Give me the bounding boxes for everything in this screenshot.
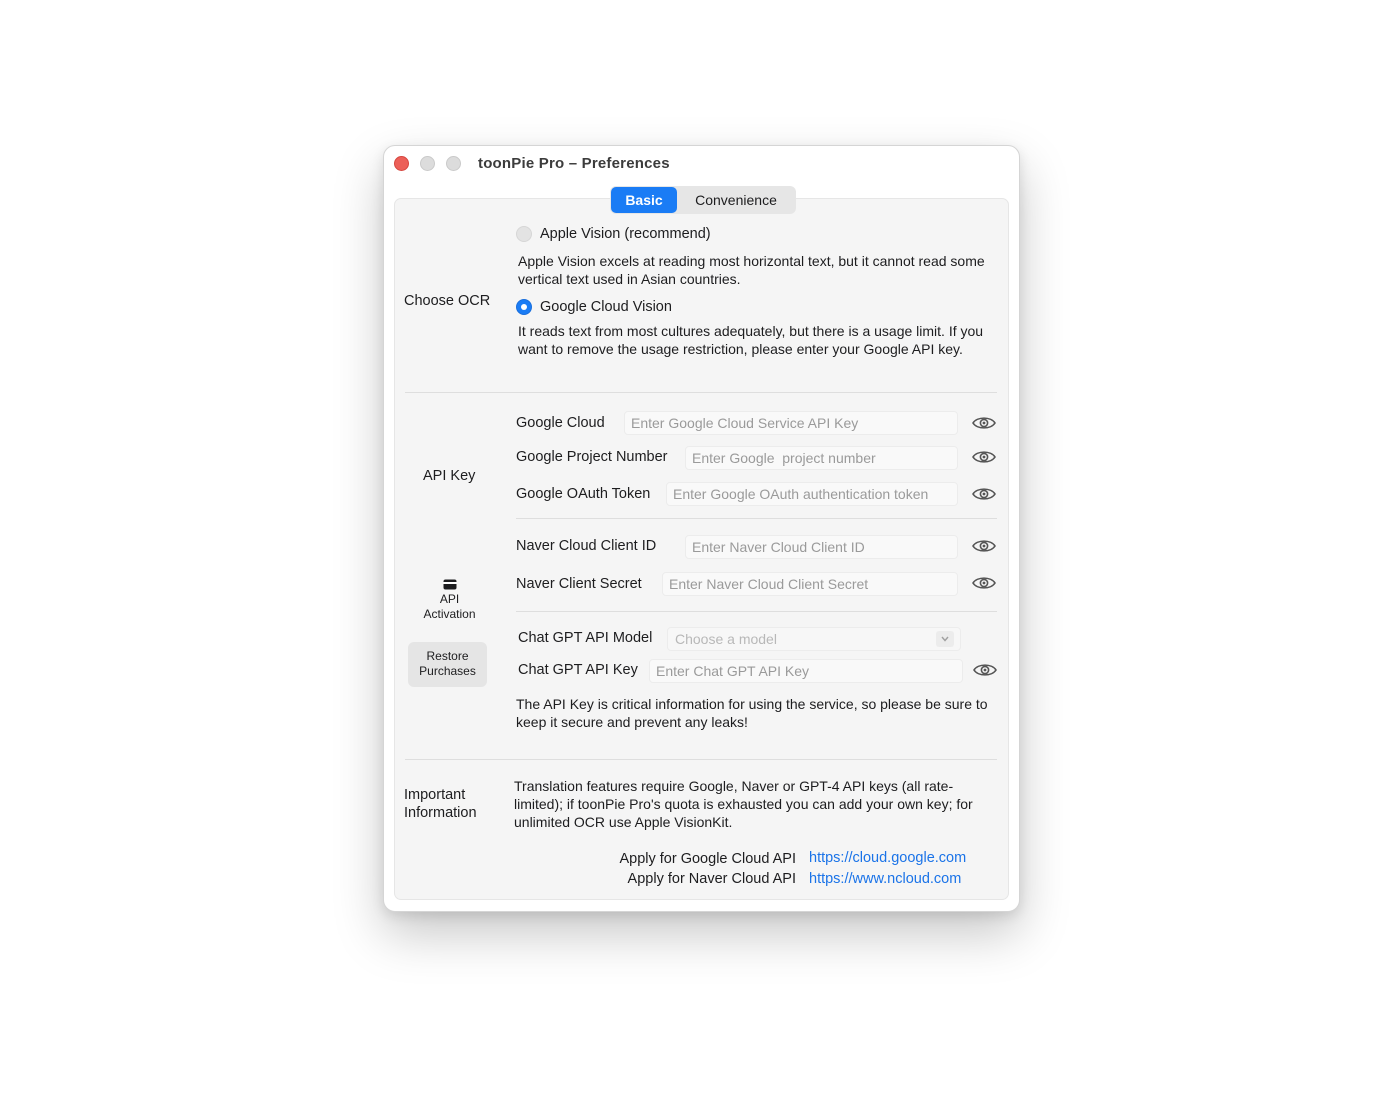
radio-google-cloud-vision[interactable] — [516, 299, 532, 315]
important-label-line1: Important — [404, 787, 466, 803]
api-activation-button[interactable]: API Activation — [410, 575, 489, 621]
api-activation-label-line1: API — [439, 592, 460, 606]
close-button[interactable] — [394, 156, 409, 171]
choose-ocr-label: Choose OCR — [404, 293, 491, 309]
apple-vision-label[interactable]: Apple Vision (recommend) — [540, 226, 711, 242]
title-bar[interactable]: toonPie Pro – Preferences — [384, 146, 1019, 182]
naver-client-secret-label: Naver Client Secret — [516, 576, 642, 592]
api-key-label: API Key — [423, 468, 476, 484]
naver-client-secret-input[interactable] — [662, 572, 958, 596]
google-oauth-token-input[interactable] — [666, 482, 958, 506]
chat-gpt-key-input[interactable] — [649, 659, 963, 683]
eye-icon[interactable] — [972, 486, 996, 502]
google-oauth-token-label: Google OAuth Token — [516, 486, 651, 502]
google-cloud-vision-description: It reads text from most cultures adequat… — [518, 323, 984, 357]
chat-gpt-model-placeholder: Choose a model — [675, 631, 777, 647]
restore-label-line2: Purchases — [419, 664, 476, 678]
restore-purchases-button[interactable]: Restore Purchases — [408, 642, 487, 687]
google-cloud-api-key-input[interactable] — [624, 411, 958, 435]
naver-client-id-label: Naver Cloud Client ID — [516, 538, 657, 554]
eye-icon[interactable] — [972, 575, 996, 591]
restore-label-line1: Restore — [426, 649, 469, 663]
tab-convenience[interactable]: Convenience — [677, 187, 795, 213]
google-project-number-input[interactable] — [685, 446, 958, 470]
google-project-number-label: Google Project Number — [516, 449, 668, 465]
api-divider — [516, 611, 997, 612]
minimize-button[interactable] — [420, 156, 435, 171]
google-cloud-link[interactable]: https://cloud.google.com — [809, 850, 966, 866]
naver-apply-label: Apply for Naver Cloud API — [627, 871, 796, 887]
eye-icon[interactable] — [973, 662, 997, 678]
api-divider — [516, 518, 997, 519]
section-divider — [405, 392, 997, 393]
chevron-down-icon — [936, 631, 954, 647]
google-cloud-vision-label[interactable]: Google Cloud Vision — [540, 299, 672, 315]
window-title: toonPie Pro – Preferences — [478, 155, 670, 172]
chat-gpt-key-label: Chat GPT API Key — [518, 662, 638, 678]
radio-apple-vision[interactable] — [516, 226, 532, 242]
section-divider — [405, 759, 997, 760]
google-cloud-label: Google Cloud — [516, 415, 605, 431]
apple-vision-description: Apple Vision excels at reading most hori… — [518, 253, 985, 287]
api-key-warning: The API Key is critical information for … — [516, 696, 988, 730]
zoom-button[interactable] — [446, 156, 461, 171]
api-activation-label-line2: Activation — [423, 607, 476, 621]
naver-client-id-input[interactable] — [685, 535, 958, 559]
eye-icon[interactable] — [972, 538, 996, 554]
credit-card-icon — [443, 579, 456, 590]
important-label-line2: Information — [404, 805, 477, 821]
tab-basic[interactable]: Basic — [611, 187, 677, 213]
tab-bar: Basic Convenience — [610, 186, 796, 214]
important-information-text: Translation features require Google, Nav… — [514, 778, 973, 830]
preferences-window: toonPie Pro – Preferences Choose OCR App… — [383, 145, 1020, 912]
eye-icon[interactable] — [972, 449, 996, 465]
eye-icon[interactable] — [972, 415, 996, 431]
important-information-label: Important Information — [404, 786, 477, 822]
naver-cloud-link[interactable]: https://www.ncloud.com — [809, 871, 961, 887]
preferences-panel: Choose OCR Apple Vision (recommend) Appl… — [394, 198, 1009, 900]
chat-gpt-model-select[interactable]: Choose a model — [667, 627, 961, 651]
google-apply-label: Apply for Google Cloud API — [619, 851, 796, 867]
chat-gpt-model-label: Chat GPT API Model — [518, 630, 653, 646]
